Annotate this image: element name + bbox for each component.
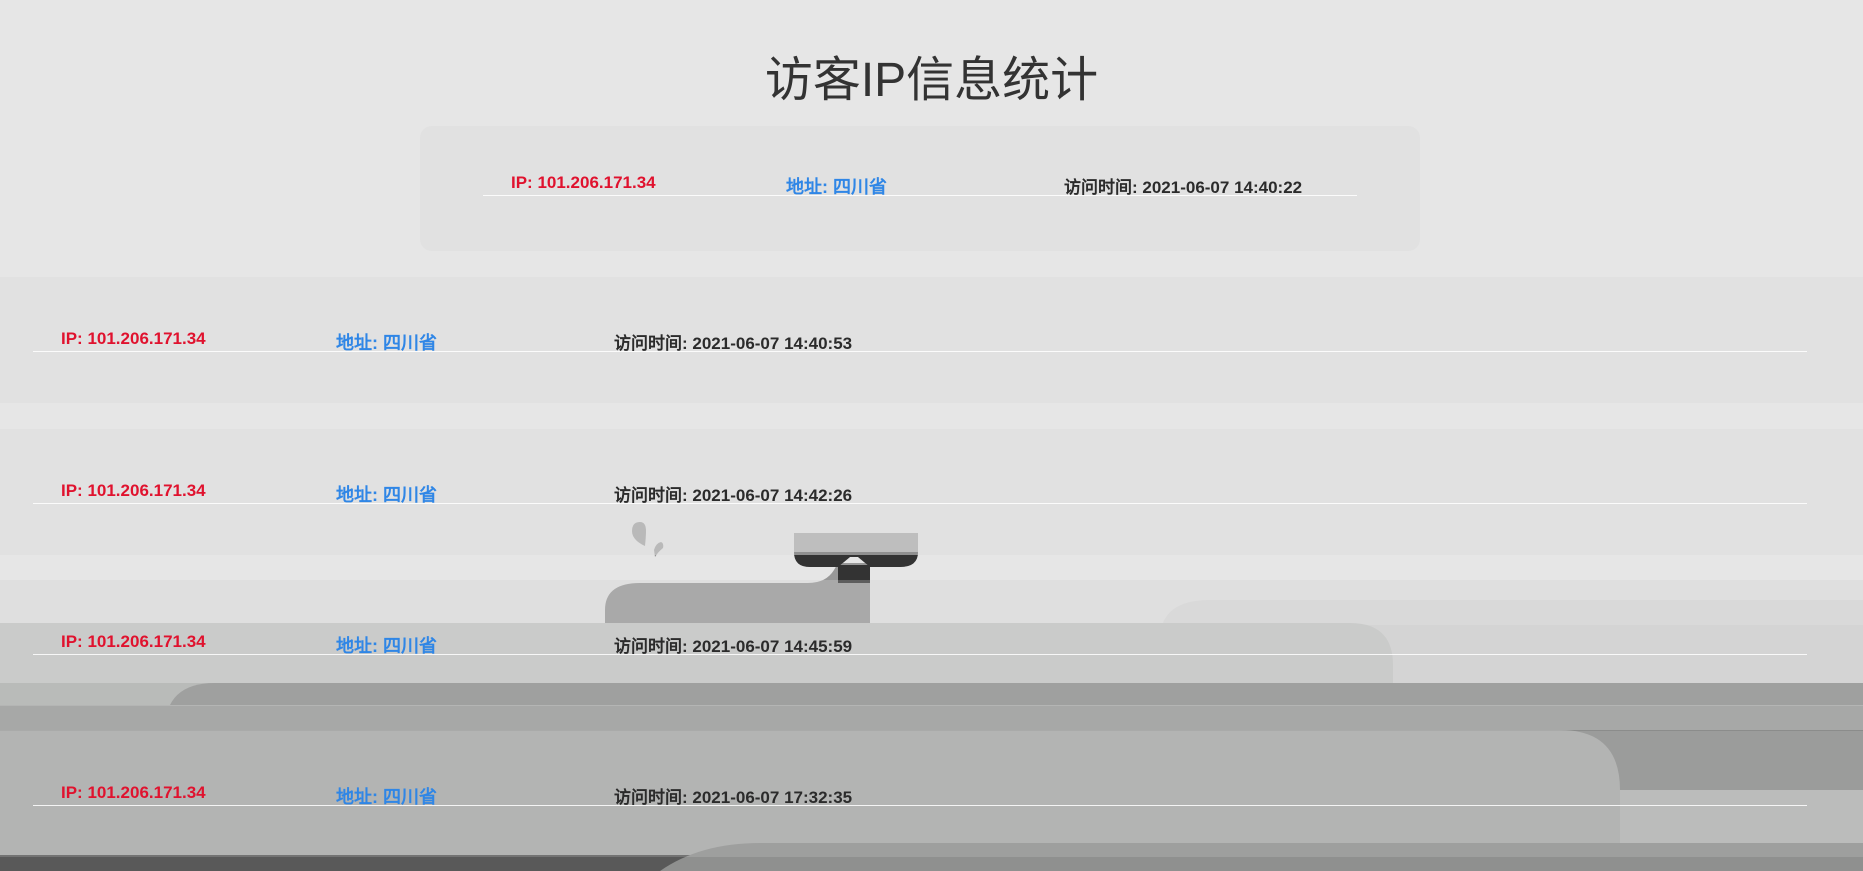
record-row: IP: 101.206.171.34 地址: 四川省 访问时间: 2021-06… [33, 467, 1807, 505]
page-title: 访客IP信息统计 [764, 54, 1099, 107]
visit-time-value: 访问时间: 2021-06-07 14:40:22 [1064, 178, 1303, 197]
visit-time-value: 访问时间: 2021-06-07 14:45:59 [614, 637, 853, 656]
address-value: 地址: 四川省 [786, 177, 887, 197]
ip-value: IP: 101.206.171.34 [61, 632, 206, 651]
address-value: 地址: 四川省 [336, 485, 437, 505]
visit-time-value: 访问时间: 2021-06-07 14:42:26 [614, 486, 853, 505]
visit-time-value: 访问时间: 2021-06-07 17:32:35 [614, 788, 853, 807]
record-card: IP: 101.206.171.34 地址: 四川省 访问时间: 2021-06… [0, 429, 1863, 555]
address-value: 地址: 四川省 [336, 636, 437, 656]
wave-lower-left [0, 705, 1863, 730]
record-row: IP: 101.206.171.34 地址: 四川省 访问时间: 2021-06… [33, 618, 1807, 656]
record-row: IP: 101.206.171.34 地址: 四川省 访问时间: 2021-06… [33, 315, 1807, 353]
page: 访客IP信息统计 IP: 101.206.171.34 地址: 四川省 访问时间… [0, 0, 1863, 871]
record-card: IP: 101.206.171.34 地址: 四川省 访问时间: 2021-06… [420, 126, 1420, 251]
ip-value: IP: 101.206.171.34 [511, 173, 656, 192]
address-value: 地址: 四川省 [336, 333, 437, 353]
ip-value: IP: 101.206.171.34 [61, 329, 206, 348]
record-row: IP: 101.206.171.34 地址: 四川省 访问时间: 2021-06… [483, 159, 1357, 197]
ip-value: IP: 101.206.171.34 [61, 481, 206, 500]
ip-value: IP: 101.206.171.34 [61, 783, 206, 802]
record-card: IP: 101.206.171.34 地址: 四川省 访问时间: 2021-06… [0, 277, 1863, 403]
visit-time-value: 访问时间: 2021-06-07 14:40:53 [614, 334, 853, 353]
record-row: IP: 101.206.171.34 地址: 四川省 访问时间: 2021-06… [33, 769, 1807, 807]
record-card: IP: 101.206.171.34 地址: 四川省 访问时间: 2021-06… [0, 731, 1863, 857]
record-card: IP: 101.206.171.34 地址: 四川省 访问时间: 2021-06… [0, 580, 1863, 706]
address-value: 地址: 四川省 [336, 787, 437, 807]
